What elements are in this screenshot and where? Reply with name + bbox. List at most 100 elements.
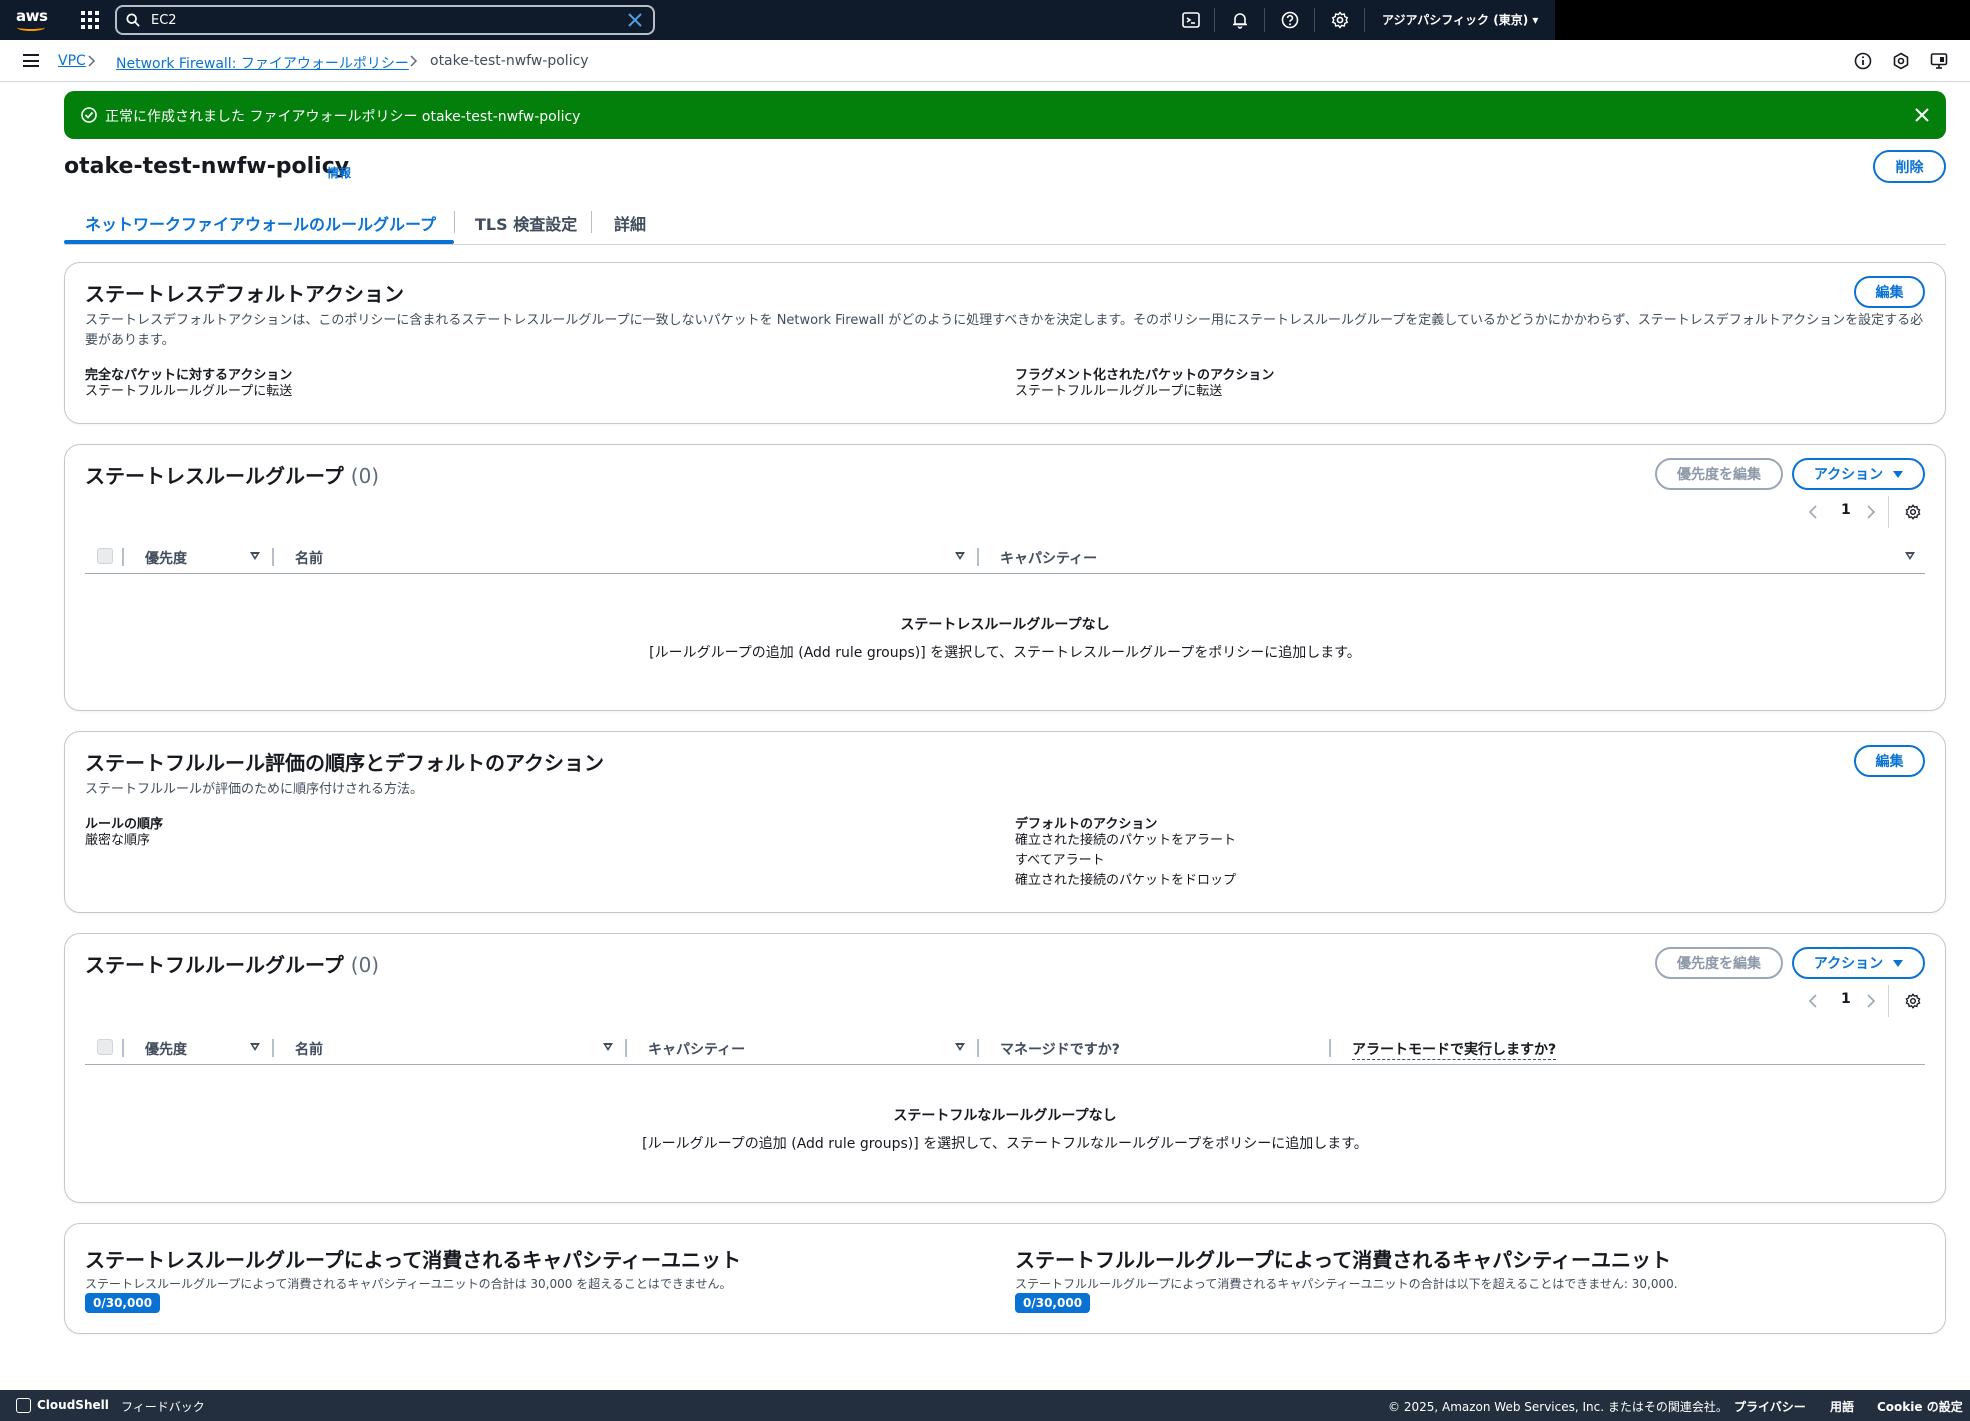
rule-order-value: 厳密な順序 [85, 833, 151, 848]
sort-caret-icon[interactable] [603, 1043, 613, 1051]
rule-group-count: (0) [350, 464, 380, 488]
fragment-action-label: フラグメント化されたパケットのアクション [1015, 368, 1275, 383]
next-page-icon[interactable] [1866, 994, 1876, 1008]
stateful-capacity-title: ステートフルルールグループによって消費されるキャパシティーユニット [1015, 1248, 1671, 1272]
search-input[interactable] [151, 10, 621, 30]
actions-dropdown-button[interactable]: アクション [1792, 947, 1925, 979]
breadcrumb-chevron-icon [410, 55, 418, 67]
stateless-capacity-badge: 0/30,000 [85, 1293, 161, 1313]
monitor-panel-icon[interactable] [1929, 51, 1949, 71]
panel-description: ステートフルルールが評価のために順序付けされる方法。 [85, 782, 424, 797]
table-header: 優先度 名前 キャパシティー [85, 538, 1925, 574]
caret-down-icon [1893, 470, 1904, 478]
next-page-icon[interactable] [1866, 505, 1876, 519]
column-capacity[interactable]: キャパシティー [648, 1039, 745, 1059]
default-action-value: 確立された接続のパケットをドロップ [1015, 873, 1237, 888]
current-page-number[interactable]: 1 [1841, 991, 1851, 1007]
empty-state-description: [ルールグループの追加 (Add rule groups)] を選択して、ステー… [649, 645, 1361, 661]
services-menu-icon[interactable] [81, 11, 99, 29]
column-priority[interactable]: 優先度 [145, 1039, 187, 1059]
panel-title: ステートレスルールグループ (0) [85, 464, 380, 488]
info-link[interactable]: 情報 [327, 164, 351, 181]
notifications-bell-icon[interactable] [1230, 10, 1250, 30]
cloudshell-icon[interactable] [16, 1398, 31, 1413]
active-tab-indicator [64, 240, 454, 244]
sort-caret-icon[interactable] [1905, 552, 1915, 560]
feedback-link[interactable]: フィードバック [121, 1398, 205, 1415]
aws-logo[interactable]: aws [16, 7, 50, 33]
edit-button[interactable]: 編集 [1854, 745, 1925, 777]
cloudshell-link[interactable]: CloudShell [37, 1398, 109, 1412]
stateless-capacity-title: ステートレスルールグループによって消費されるキャパシティーユニット [85, 1248, 741, 1272]
empty-state-title: ステートフルなルールグループなし [893, 1108, 1117, 1124]
sort-caret-icon[interactable] [250, 552, 260, 560]
tab-details[interactable]: 詳細 [614, 205, 646, 245]
tab-rule-groups[interactable]: ネットワークファイアウォールのルールグループ [85, 205, 436, 245]
breadcrumb-firewall-policies[interactable]: Network Firewall: ファイアウォールポリシー [116, 53, 409, 73]
panel-title: ステートフルルール評価の順序とデフォルトのアクション [85, 751, 604, 775]
copyright-text: © 2025, Amazon Web Services, Inc. またはその関… [1388, 1400, 1728, 1414]
close-icon[interactable] [1914, 107, 1930, 123]
actions-dropdown-button[interactable]: アクション [1792, 458, 1925, 490]
panel-description: ステートレスデフォルトアクションは、このポリシーに含まれるステートレスルールグル… [85, 313, 1924, 348]
stateless-default-action-panel: ステートレスデフォルトアクション 編集 ステートレスデフォルトアクションは、この… [64, 262, 1946, 424]
sort-caret-icon[interactable] [955, 552, 965, 560]
success-check-icon [81, 107, 97, 123]
success-flash: 正常に作成されました ファイアウォールポリシー otake-test-nwfw-… [64, 91, 1946, 139]
sort-caret-icon[interactable] [250, 1043, 260, 1051]
stateful-order-panel: ステートフルルール評価の順序とデフォルトのアクション 編集 ステートフルルールが… [64, 731, 1946, 913]
table-settings-gear-icon[interactable] [1904, 503, 1922, 521]
region-selector[interactable]: アジアパシフィック (東京) ▾ [1382, 11, 1538, 28]
delete-button[interactable]: 削除 [1873, 150, 1946, 183]
settings-gear-icon[interactable] [1330, 10, 1350, 30]
panel-title: ステートレスデフォルトアクション [85, 282, 404, 306]
edit-button[interactable]: 編集 [1854, 276, 1925, 308]
breadcrumb-bar: VPC Network Firewall: ファイアウォールポリシー otake… [0, 40, 1970, 82]
terms-link[interactable]: 用語 [1830, 1398, 1854, 1415]
search-box[interactable] [115, 5, 655, 35]
sort-caret-icon[interactable] [955, 1043, 965, 1051]
info-icon[interactable] [1853, 51, 1873, 71]
default-action-label: デフォルトのアクション [1015, 817, 1158, 832]
caret-down-icon [1893, 959, 1904, 967]
previous-page-icon[interactable] [1808, 994, 1818, 1008]
security-hexagon-icon[interactable] [1891, 51, 1911, 71]
column-alert-mode[interactable]: アラートモードで実行しますか? [1352, 1039, 1557, 1060]
current-page-number[interactable]: 1 [1841, 502, 1851, 518]
empty-state-title: ステートレスルールグループなし [900, 617, 1110, 633]
cloudshell-icon[interactable] [1181, 10, 1201, 30]
edit-priority-button[interactable]: 優先度を編集 [1655, 947, 1783, 979]
cookie-settings-link[interactable]: Cookie の設定 [1877, 1398, 1963, 1415]
panel-title: ステートフルルールグループ (0) [85, 953, 380, 977]
column-priority[interactable]: 優先度 [145, 548, 187, 568]
breadcrumb-chevron-icon [88, 55, 96, 67]
tab-list: ネットワークファイアウォールのルールグループ TLS 検査設定 詳細 [64, 205, 1946, 245]
previous-page-icon[interactable] [1808, 505, 1818, 519]
help-icon[interactable] [1280, 10, 1300, 30]
rule-group-count: (0) [350, 953, 380, 977]
empty-state-description: [ルールグループの追加 (Add rule groups)] を選択して、ステー… [642, 1136, 1368, 1152]
stateless-rule-groups-panel: ステートレスルールグループ (0) 優先度を編集 アクション 1 優先度 名前 … [64, 444, 1946, 711]
column-name[interactable]: 名前 [295, 548, 323, 568]
table-settings-gear-icon[interactable] [1904, 992, 1922, 1010]
tab-tls-inspection[interactable]: TLS 検査設定 [475, 205, 577, 245]
rule-order-label: ルールの順序 [85, 817, 164, 832]
edit-priority-button[interactable]: 優先度を編集 [1655, 458, 1783, 490]
default-action-value: すべてアラート [1015, 853, 1105, 868]
breadcrumb-vpc[interactable]: VPC [58, 53, 86, 69]
fragment-action-value: ステートフルルールグループに転送 [1015, 384, 1223, 399]
capacity-units-panel: ステートレスルールグループによって消費されるキャパシティーユニット ステートレス… [64, 1223, 1946, 1334]
search-icon [126, 13, 140, 27]
select-all-checkbox[interactable] [97, 1039, 113, 1055]
privacy-link[interactable]: プライバシー [1734, 1398, 1806, 1415]
hamburger-menu-icon[interactable] [23, 54, 39, 67]
column-managed[interactable]: マネージドですか? [1000, 1039, 1120, 1059]
select-all-checkbox[interactable] [97, 548, 113, 564]
column-capacity[interactable]: キャパシティー [1000, 548, 1097, 568]
default-action-value: 確立された接続のパケットをアラート [1015, 833, 1237, 848]
clear-search-icon[interactable] [627, 12, 643, 28]
breadcrumb-current: otake-test-nwfw-policy [430, 53, 589, 69]
table-header: 優先度 名前 キャパシティー マネージドですか? アラートモードで実行しますか? [85, 1029, 1925, 1065]
column-name[interactable]: 名前 [295, 1039, 323, 1059]
aws-logo-text: aws [16, 7, 48, 25]
